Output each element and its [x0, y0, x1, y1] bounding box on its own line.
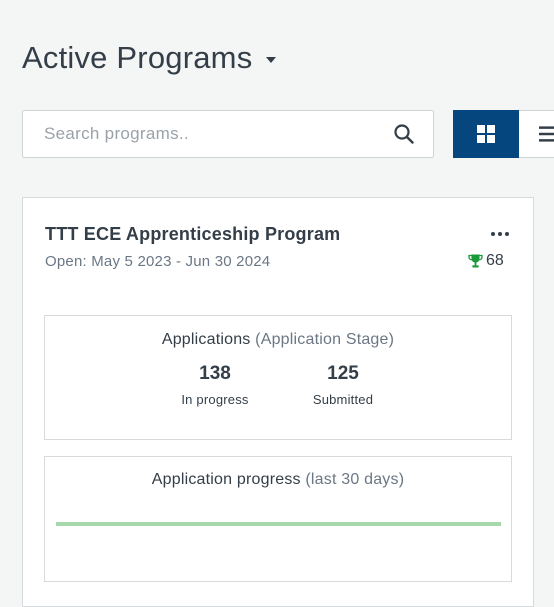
in-progress-stat[interactable]: 138 In progress [160, 363, 270, 407]
submitted-label: Submitted [312, 392, 374, 407]
list-view-button[interactable] [519, 110, 554, 158]
progress-label: Application progress [151, 471, 301, 488]
in-progress-label: In progress [181, 392, 249, 407]
applications-panel: Applications (Application Stage) 138 In … [44, 315, 512, 440]
search-icon[interactable] [393, 123, 415, 145]
trophy-icon [468, 254, 483, 268]
page-title: Active Programs [22, 40, 253, 75]
more-options-icon[interactable] [491, 232, 509, 236]
submitted-count: 125 [327, 363, 359, 384]
list-icon [539, 126, 554, 142]
progress-range: (last 30 days) [305, 471, 405, 488]
awards-count: 68 [486, 252, 504, 269]
grid-view-button[interactable] [453, 110, 519, 158]
chevron-down-icon[interactable] [266, 57, 277, 63]
program-card[interactable]: TTT ECE Apprenticeship Program Open: May… [22, 197, 534, 607]
awards-badge: 68 [468, 252, 504, 270]
progress-trend-line [56, 522, 501, 526]
applications-heading: Applications (Application Stage) [45, 331, 511, 349]
program-title[interactable]: TTT ECE Apprenticeship Program [45, 224, 340, 245]
search-box [22, 110, 434, 158]
search-input[interactable] [44, 124, 393, 144]
application-progress-panel: Application progress (last 30 days) [44, 456, 512, 582]
applications-label: Applications [161, 331, 251, 348]
page-header: Active Programs [22, 40, 277, 76]
in-progress-count: 138 [199, 363, 231, 384]
progress-heading: Application progress (last 30 days) [45, 471, 511, 489]
grid-icon [477, 125, 495, 143]
submitted-stat[interactable]: 125 Submitted [288, 363, 398, 407]
program-dates: Open: May 5 2023 - Jun 30 2024 [45, 253, 271, 270]
applications-stage: (Application Stage) [255, 331, 395, 348]
